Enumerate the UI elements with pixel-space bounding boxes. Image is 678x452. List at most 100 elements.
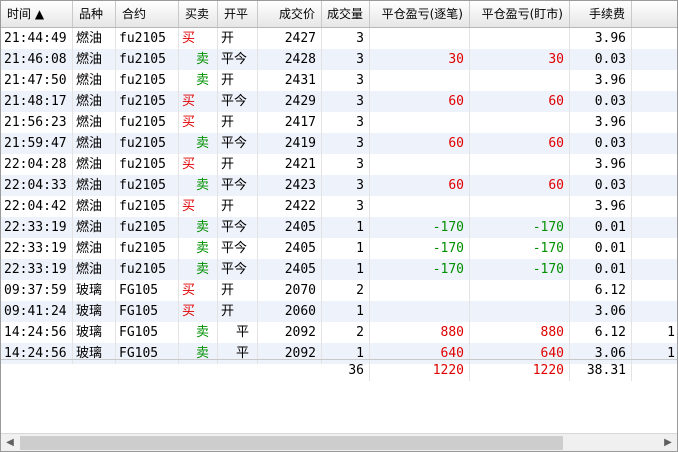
col-pnl-trade-header[interactable]: 平仓盈亏(逐笔): [370, 1, 470, 27]
col-contract-cell: fu2105: [116, 175, 179, 196]
col-offset-cell: 开: [218, 112, 258, 133]
col-time-cell: 09:37:59: [1, 280, 73, 301]
col-price-header[interactable]: 成交价: [258, 1, 322, 27]
col-variety-cell: 燃油: [73, 112, 116, 133]
table-row[interactable]: 09:37:59 玻璃 FG105 买开 2070 2 6.12: [1, 280, 677, 301]
trade-record-grid: 时间 ▲ 品种 合约 买卖 开平 成交价 成交量 平仓盈亏(逐笔) 平仓盈亏(盯市) 手续费 21…: [0, 0, 678, 452]
col-pnl-trade-cell: 60: [370, 91, 470, 112]
totals-row: 36 1220 1220 38.31: [1, 359, 677, 382]
table-row[interactable]: 21:47:50 燃油 fu2105 卖开 2431 3 3.96: [1, 70, 677, 91]
col-variety-cell: 燃油: [73, 196, 116, 217]
col-time-cell: 21:48:17: [1, 91, 73, 112]
col-side-cell: 卖: [179, 217, 218, 238]
col-pnl-mtm-cell: [470, 280, 570, 301]
table-row[interactable]: 14:24:56 玻璃 FG105 卖平 2092 2 880 880 6.12 1: [1, 322, 677, 343]
col-price-cell: 2431: [258, 70, 322, 91]
col-pnl-mtm-header[interactable]: 平仓盈亏(盯市): [470, 1, 570, 27]
col-side-cell: 卖: [179, 259, 218, 280]
col-side-header[interactable]: 买卖: [179, 1, 218, 27]
table-row[interactable]: 22:33:19 燃油 fu2105 卖平今 2405 1 -170 -170 0.01: [1, 217, 677, 238]
col-fee-cell: 0.03: [570, 133, 632, 154]
table-row[interactable]: 21:44:49 燃油 fu2105 买开 2427 3 3.96: [1, 28, 677, 49]
col-side-cell: 买: [179, 154, 218, 175]
col-qty-cell: 3: [322, 154, 370, 175]
col-pnl-mtm-cell: -170: [470, 238, 570, 259]
col-offset-cell: 开: [218, 154, 258, 175]
col-fee-cell: 3.06: [570, 301, 632, 322]
col-pnl-trade-cell: -170: [370, 217, 470, 238]
grid-header: 时间 ▲ 品种 合约 买卖 开平 成交价 成交量 平仓盈亏(逐笔) 平仓盈亏(盯市) 手续费: [1, 1, 677, 28]
col-price-cell: 2092: [258, 322, 322, 343]
col-time-cell: 22:33:19: [1, 259, 73, 280]
col-time-header[interactable]: 时间 ▲: [1, 1, 73, 27]
col-variety-cell: 燃油: [73, 91, 116, 112]
table-row[interactable]: 09:41:24 玻璃 FG105 买开 2060 1 3.06: [1, 301, 677, 322]
col-variety-cell: 燃油: [73, 28, 116, 49]
col-pnl-mtm-cell: 30: [470, 49, 570, 70]
col-fee-cell: 0.01: [570, 259, 632, 280]
col-contract-cell: fu2105: [116, 259, 179, 280]
col-side-cell: 买: [179, 301, 218, 322]
col-contract-cell: FG105: [116, 280, 179, 301]
col-extra-cell: [632, 28, 677, 49]
col-pnl-trade-cell: [370, 301, 470, 322]
col-price-cell: 2405: [258, 259, 322, 280]
col-time-cell: 21:46:08: [1, 49, 73, 70]
col-variety-cell: 玻璃: [73, 280, 116, 301]
col-qty-cell: 3: [322, 91, 370, 112]
col-extra-cell: [632, 70, 677, 91]
table-row[interactable]: 22:04:42 燃油 fu2105 买开 2422 3 3.96: [1, 196, 677, 217]
col-extra-cell: [632, 217, 677, 238]
col-extra-cell: [632, 91, 677, 112]
col-price-cell: 2422: [258, 196, 322, 217]
total-qty: 36: [322, 360, 370, 381]
col-fee-cell: 0.03: [570, 49, 632, 70]
scroll-right-arrow-icon[interactable]: ▶: [659, 434, 677, 451]
col-pnl-trade-cell: -170: [370, 259, 470, 280]
col-extra-cell: [632, 259, 677, 280]
col-contract-cell: fu2105: [116, 49, 179, 70]
table-row[interactable]: 22:33:19 燃油 fu2105 卖平今 2405 1 -170 -170 0.01: [1, 259, 677, 280]
col-qty-cell: 1: [322, 238, 370, 259]
col-contract-cell: fu2105: [116, 70, 179, 91]
table-row[interactable]: 22:04:33 燃油 fu2105 卖平今 2423 3 60 60 0.03: [1, 175, 677, 196]
scroll-left-arrow-icon[interactable]: ◀: [1, 434, 19, 451]
col-contract-cell: fu2105: [116, 238, 179, 259]
table-row[interactable]: 21:46:08 燃油 fu2105 卖平今 2428 3 30 30 0.03: [1, 49, 677, 70]
col-offset-cell: 开: [218, 70, 258, 91]
col-price-cell: 2428: [258, 49, 322, 70]
col-contract-cell: fu2105: [116, 217, 179, 238]
horizontal-scrollbar[interactable]: ◀ ▶: [1, 433, 677, 451]
col-price-cell: 2429: [258, 91, 322, 112]
col-qty-header[interactable]: 成交量: [322, 1, 370, 27]
table-row[interactable]: 21:48:17 燃油 fu2105 买平今 2429 3 60 60 0.03: [1, 91, 677, 112]
col-extra-cell: 1: [632, 322, 677, 343]
table-row[interactable]: 22:04:28 燃油 fu2105 买开 2421 3 3.96: [1, 154, 677, 175]
col-contract-cell: FG105: [116, 322, 179, 343]
col-extra-cell: [632, 280, 677, 301]
table-row[interactable]: 21:56:23 燃油 fu2105 买开 2417 3 3.96: [1, 112, 677, 133]
col-price-cell: 2060: [258, 301, 322, 322]
col-variety-header[interactable]: 品种: [73, 1, 116, 27]
col-fee-header[interactable]: 手续费: [570, 1, 632, 27]
col-time-cell: 21:56:23: [1, 112, 73, 133]
col-fee-cell: 0.01: [570, 238, 632, 259]
col-contract-header[interactable]: 合约: [116, 1, 179, 27]
table-row[interactable]: 21:59:47 燃油 fu2105 卖平今 2419 3 60 60 0.03: [1, 133, 677, 154]
col-fee-cell: 6.12: [570, 280, 632, 301]
col-qty-cell: 3: [322, 112, 370, 133]
col-contract-cell: fu2105: [116, 112, 179, 133]
col-contract-cell: fu2105: [116, 28, 179, 49]
col-fee-cell: 3.96: [570, 28, 632, 49]
col-pnl-trade-cell: 60: [370, 175, 470, 196]
col-side-cell: 卖: [179, 238, 218, 259]
scrollbar-thumb[interactable]: [20, 436, 563, 450]
col-fee-cell: 3.96: [570, 112, 632, 133]
col-offset-header[interactable]: 开平: [218, 1, 258, 27]
col-variety-cell: 燃油: [73, 217, 116, 238]
col-extra-header[interactable]: [632, 1, 677, 27]
table-row[interactable]: 22:33:19 燃油 fu2105 卖平今 2405 1 -170 -170 0.01: [1, 238, 677, 259]
col-fee-cell: 3.96: [570, 70, 632, 91]
col-pnl-trade-cell: [370, 196, 470, 217]
col-qty-cell: 3: [322, 133, 370, 154]
